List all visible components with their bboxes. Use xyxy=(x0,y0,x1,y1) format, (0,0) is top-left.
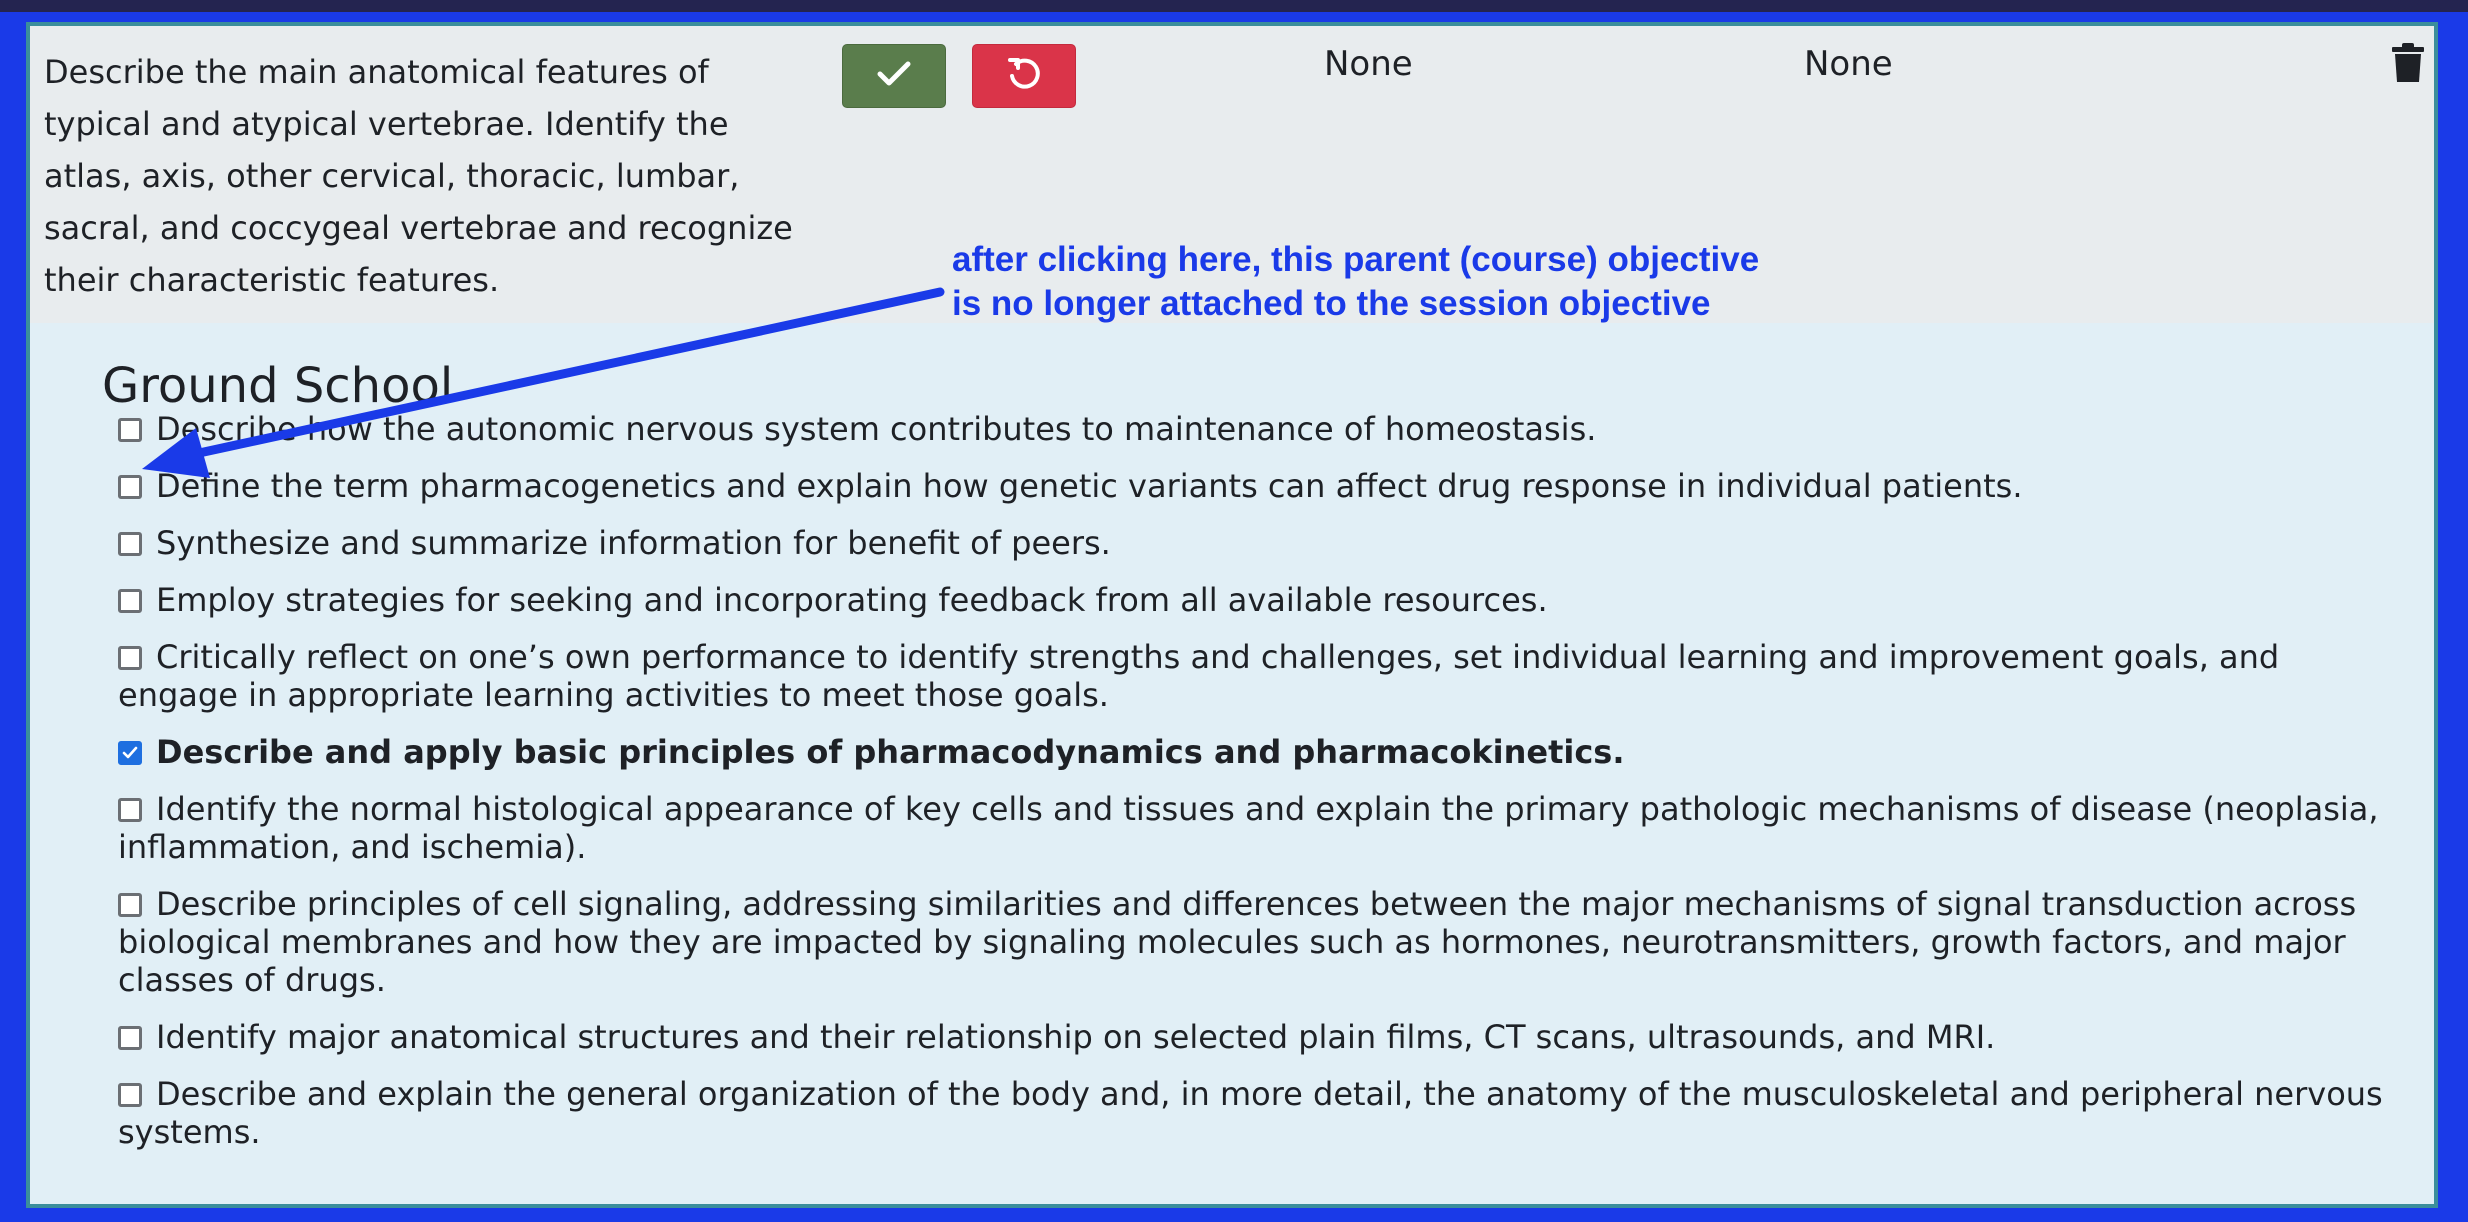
annotation-arrow-icon xyxy=(142,287,945,478)
